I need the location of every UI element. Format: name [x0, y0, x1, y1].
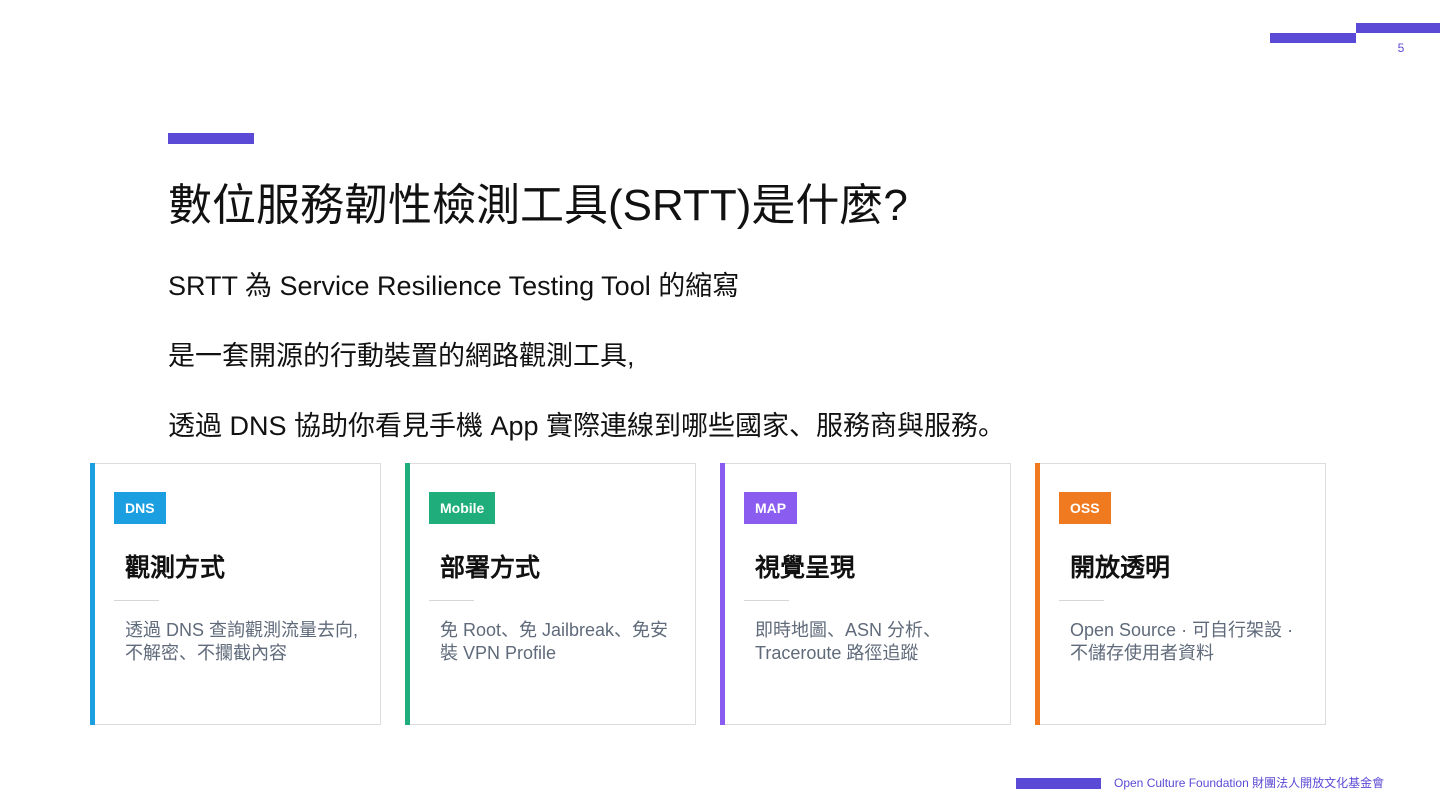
card-color-bar [720, 463, 725, 725]
card-divider [429, 600, 474, 601]
feature-card-map: MAP 視覺呈現 即時地圖、ASN 分析、Traceroute 路徑追蹤 [720, 463, 1011, 725]
card-badge: OSS [1059, 492, 1111, 524]
card-title: 觀測方式 [125, 554, 226, 582]
header-accent-bar-left [1270, 33, 1356, 43]
title-accent-bar [168, 133, 254, 144]
feature-card-mobile: Mobile 部署方式 免 Root、免 Jailbreak、免安裝 VPN P… [405, 463, 696, 725]
card-description: 即時地圖、ASN 分析、Traceroute 路徑追蹤 [755, 620, 942, 663]
page-number: 5 [1397, 41, 1405, 55]
card-title: 部署方式 [440, 554, 541, 582]
card-description: Open Source · 可自行架設 · 不儲存使用者資料 [1070, 620, 1294, 663]
card-color-bar [90, 463, 95, 725]
card-title: 視覺呈現 [755, 554, 856, 582]
card-title: 開放透明 [1070, 554, 1171, 582]
feature-card-dns: DNS 觀測方式 透過 DNS 查詢觀測流量去向,不解密、不攔截內容 [90, 463, 381, 725]
card-color-bar [405, 463, 410, 725]
intro-line-3: 透過 DNS 協助你看見手機 App 實際連線到哪些國家、服務商與服務。 [168, 411, 1006, 441]
card-description: 免 Root、免 Jailbreak、免安裝 VPN Profile [440, 620, 669, 663]
page-title: 數位服務韌性檢測工具(SRTT)是什麼? [168, 181, 908, 230]
card-badge: Mobile [429, 492, 496, 524]
card-badge: MAP [744, 492, 798, 524]
card-divider [114, 600, 159, 601]
card-divider [744, 600, 789, 601]
card-divider [1059, 600, 1104, 601]
card-badge: DNS [114, 492, 166, 524]
footer-accent-bar [1016, 778, 1101, 789]
intro-line-1: SRTT 為 Service Resilience Testing Tool 的… [168, 271, 740, 301]
feature-card-oss: OSS 開放透明 Open Source · 可自行架設 · 不儲存使用者資料 [1035, 463, 1326, 725]
intro-line-2: 是一套開源的行動裝置的網路觀測工具, [168, 341, 635, 371]
card-color-bar [1035, 463, 1040, 725]
header-accent-bar-right [1356, 23, 1440, 33]
card-description: 透過 DNS 查詢觀測流量去向,不解密、不攔截內容 [125, 620, 359, 663]
footer-organization: Open Culture Foundation 財團法人開放文化基金會 [1114, 776, 1385, 790]
